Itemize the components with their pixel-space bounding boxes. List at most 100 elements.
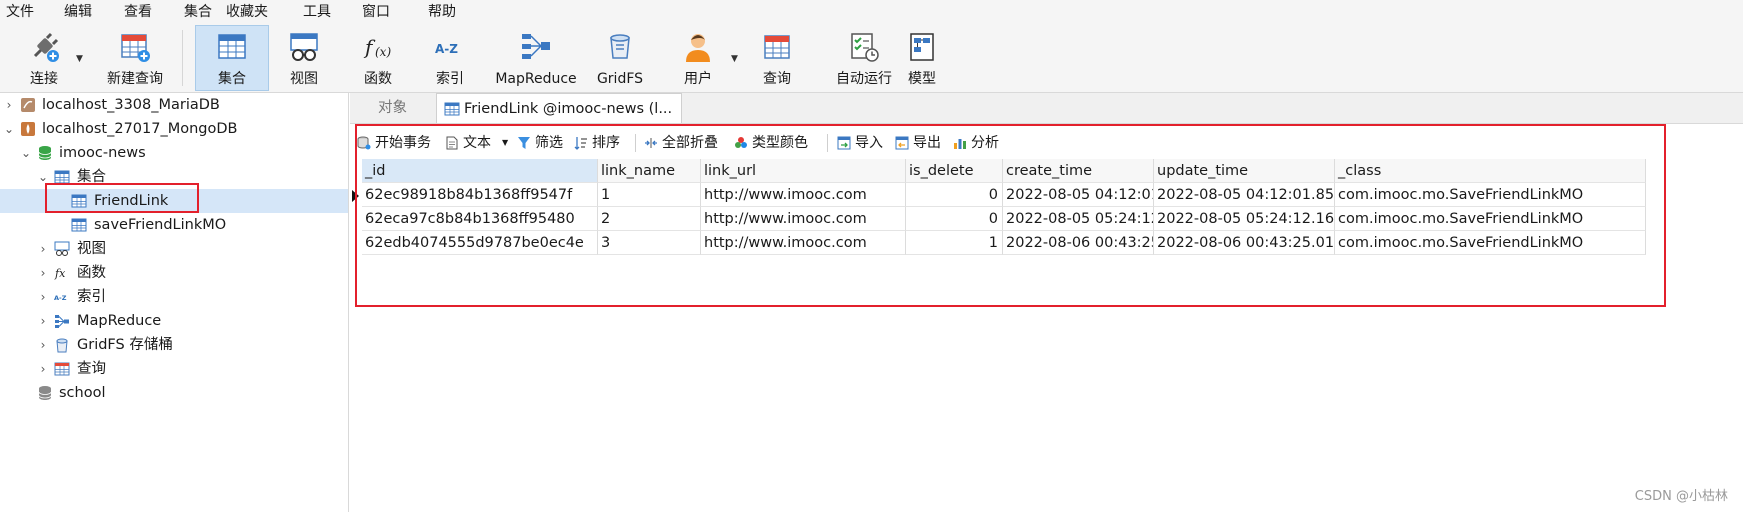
gridfs-icon [610, 34, 630, 59]
mariadb-icon [21, 98, 35, 112]
expand-chevron-icon[interactable]: › [37, 261, 49, 285]
user-button[interactable]: 用户 [672, 26, 724, 90]
model-icon [910, 33, 934, 61]
tree-label: MapReduce [77, 313, 162, 329]
tab-friendlink[interactable]: FriendLink @imooc-news (l... [436, 93, 682, 123]
database-icon [38, 146, 52, 160]
plug-icon [33, 32, 59, 62]
view-glasses-icon [54, 241, 70, 256]
expand-chevron-icon[interactable]: › [37, 309, 49, 333]
mapreduce-button[interactable]: MapReduce [488, 26, 584, 90]
annotation-highlight-box [355, 124, 1666, 307]
tree-label: 视图 [77, 241, 106, 257]
model-label: 模型 [908, 71, 936, 87]
index-button[interactable]: A-Z 索引 [425, 26, 475, 90]
query-icon [764, 35, 790, 59]
connect-dropdown-arrow-icon[interactable]: ▼ [76, 54, 83, 64]
tree-connection-mariadb[interactable]: › localhost_3308_MariaDB [0, 93, 348, 117]
connect-label: 连接 [30, 71, 58, 87]
menu-help[interactable]: 帮助 [428, 3, 456, 21]
tree-label: school [59, 385, 106, 401]
gridfs-label: GridFS [596, 71, 644, 87]
tree-group-functions[interactable]: › fx 函数 [0, 261, 348, 285]
tree-group-queries[interactable]: › 查询 [0, 357, 348, 381]
expand-chevron-icon[interactable]: › [37, 237, 49, 261]
menu-file[interactable]: 文件 [6, 3, 34, 21]
navigation-tree: › localhost_3308_MariaDB ⌄ localhost_270… [0, 93, 349, 512]
tree-database-school[interactable]: school [0, 381, 348, 405]
tree-label: 查询 [77, 361, 106, 377]
menu-edit[interactable]: 编辑 [64, 3, 92, 21]
tree-group-mapreduce[interactable]: › MapReduce [0, 309, 348, 333]
tab-label: FriendLink @imooc-news (l... [464, 101, 673, 117]
collapse-chevron-icon[interactable]: ⌄ [3, 117, 15, 141]
main-toolbar: 连接 ▼ 新建查询 集合 视图 f (x) 函数 A-Z 索引 MapReduc… [0, 24, 1743, 93]
tree-group-gridfs[interactable]: › GridFS 存储桶 [0, 333, 348, 357]
tree-database-imooc-news[interactable]: ⌄ imooc-news [0, 141, 348, 165]
svg-text:(x): (x) [375, 45, 391, 59]
function-fx-icon: fx [54, 267, 66, 280]
index-az-icon: A-Z [435, 42, 458, 56]
gridfs-icon [56, 338, 68, 353]
tab-label: 对象 [378, 100, 407, 116]
tree-collection-savefriendlinkmo[interactable]: saveFriendLinkMO [0, 213, 348, 237]
tree-label: localhost_3308_MariaDB [42, 97, 220, 113]
function-label: 函数 [364, 71, 392, 87]
mapreduce-icon [522, 34, 550, 59]
menu-favorites[interactable]: 收藏夹 [226, 3, 268, 21]
expand-chevron-icon[interactable]: › [37, 357, 49, 381]
view-label: 视图 [290, 71, 318, 87]
tree-label: 索引 [77, 289, 106, 305]
tree-connection-mongodb[interactable]: ⌄ localhost_27017_MongoDB [0, 117, 348, 141]
expand-chevron-icon[interactable]: › [37, 333, 49, 357]
tab-objects[interactable]: 对象 [378, 93, 438, 123]
tree-label: GridFS 存储桶 [77, 337, 173, 353]
automation-label: 自动运行 [836, 71, 892, 87]
table-icon [71, 218, 87, 232]
collapse-chevron-icon[interactable]: ⌄ [20, 141, 32, 165]
menu-view[interactable]: 查看 [124, 3, 152, 21]
svg-text:A-Z: A-Z [54, 294, 67, 302]
svg-text:A-Z: A-Z [435, 42, 458, 56]
new-query-icon [121, 34, 150, 62]
tree-group-views[interactable]: › 视图 [0, 237, 348, 261]
menu-tools[interactable]: 工具 [303, 3, 331, 21]
annotation-highlight-box [45, 183, 199, 213]
tree-group-indexes[interactable]: › A-Z 索引 [0, 285, 348, 309]
mapreduce-icon [55, 315, 69, 328]
tree-label: 函数 [77, 265, 106, 281]
collection-label: 集合 [218, 71, 246, 87]
tree-label: imooc-news [59, 145, 146, 161]
view-button[interactable]: 视图 [278, 26, 330, 90]
table-icon [444, 102, 460, 116]
table-icon [218, 34, 246, 59]
menu-bar: 文件 编辑 查看 集合 收藏夹 工具 窗口 帮助 [0, 0, 1743, 24]
svg-text:fx: fx [54, 267, 66, 280]
expand-chevron-icon[interactable]: › [3, 93, 15, 117]
user-dropdown-arrow-icon[interactable]: ▼ [731, 54, 738, 64]
function-button[interactable]: f (x) 函数 [352, 26, 404, 90]
menu-collection[interactable]: 集合 [184, 3, 212, 21]
tab-bar: 对象 FriendLink @imooc-news (l... [350, 93, 1743, 124]
mapreduce-label: MapReduce [495, 71, 577, 87]
connect-button[interactable]: 连接 [18, 26, 70, 90]
view-glasses-icon [290, 33, 318, 61]
expand-chevron-icon[interactable]: › [37, 285, 49, 309]
menu-window[interactable]: 窗口 [362, 3, 390, 21]
new-query-button[interactable]: 新建查询 [88, 26, 182, 90]
gridfs-button[interactable]: GridFS [592, 26, 648, 90]
database-icon [38, 386, 52, 400]
tree-label: saveFriendLinkMO [94, 217, 227, 233]
index-az-icon: A-Z [54, 294, 67, 302]
query-icon [54, 362, 70, 376]
model-button[interactable]: 模型 [896, 26, 948, 90]
watermark: CSDN @小枯林 [1634, 489, 1728, 504]
toolbar-divider [182, 30, 183, 86]
query-button[interactable]: 查询 [750, 26, 804, 90]
mongodb-icon [21, 122, 35, 136]
tree-label: localhost_27017_MongoDB [42, 121, 238, 137]
new-query-label: 新建查询 [107, 71, 163, 87]
user-icon [686, 34, 710, 62]
collection-button[interactable]: 集合 [195, 25, 269, 91]
query-label: 查询 [763, 71, 791, 87]
